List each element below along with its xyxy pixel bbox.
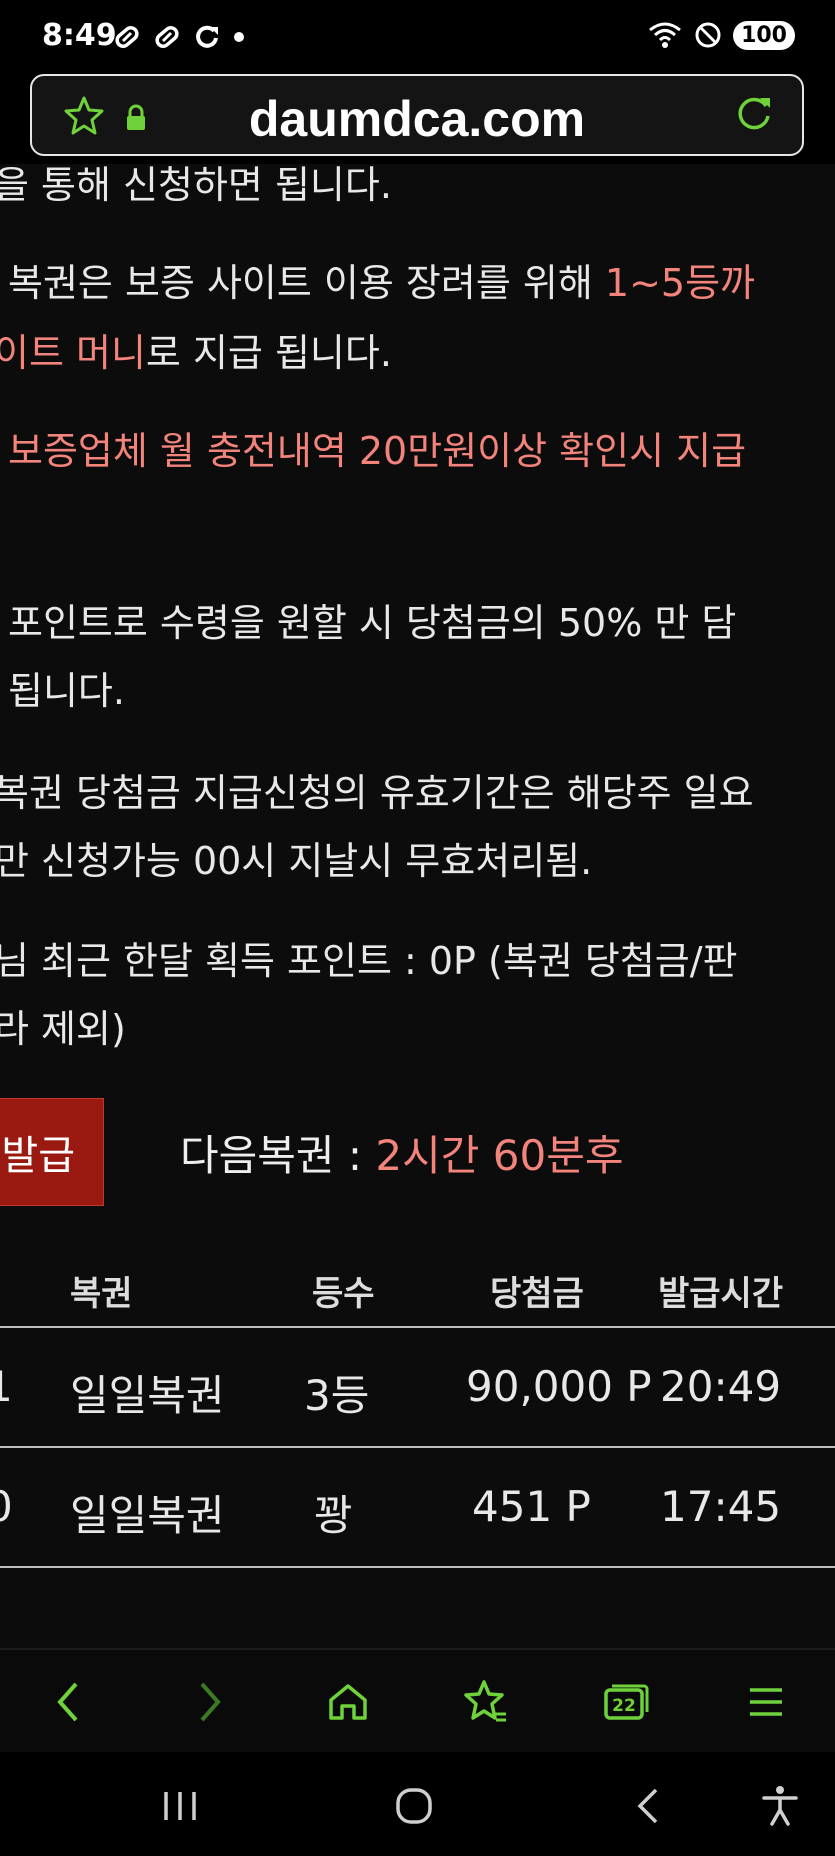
header-rank: 등수: [312, 1274, 375, 1314]
forward-button[interactable]: [184, 1676, 236, 1728]
chevron-left-icon: [57, 1682, 78, 1722]
info-line-4: 보증업체 월 충전내역 20만원이상 확인시 지급: [8, 429, 747, 473]
hamburger-menu-icon: [750, 1688, 782, 1716]
row-time: 17:45: [660, 1482, 782, 1531]
home-nav-button[interactable]: [392, 1784, 436, 1828]
home-button[interactable]: [322, 1676, 374, 1728]
page-content: 을 통해 신청하면 됩니다. 복권은 보증 사이트 이용 장려를 위해 1~5등…: [0, 164, 835, 1648]
sync-icon: [196, 25, 218, 48]
row-prize: 90,000 P: [466, 1362, 652, 1411]
back-button[interactable]: [42, 1676, 94, 1728]
recent-apps-button[interactable]: [158, 1784, 202, 1828]
row-time: 20:49: [660, 1362, 782, 1411]
back-arrow-icon: [637, 1788, 658, 1824]
info-line-9: 님 최근 한달 획득 포인트 : 0P (복권 당첨금/판: [0, 939, 738, 983]
system-icons: 100: [647, 20, 795, 50]
bookmarks-star-icon: [464, 1680, 506, 1722]
pill-icon: [115, 26, 139, 48]
header-prize: 당첨금: [490, 1274, 584, 1314]
info-line-10: 라 제외): [0, 1007, 126, 1051]
table-row: 1 일일복권 3등 90,000 P 20:49: [0, 1328, 835, 1448]
battery-icon: 100: [733, 20, 795, 50]
info-line-3: 이트 머니로 지급 됩니다.: [0, 331, 392, 375]
row-name: 일일복권: [70, 1491, 225, 1540]
info-line-8: 만 신청가능 00시 지날시 무효처리됨.: [0, 839, 593, 883]
next-lottery-countdown: 2시간 60분후: [375, 1131, 624, 1180]
chevron-right-icon: [200, 1682, 221, 1722]
reload-icon[interactable]: [732, 92, 776, 136]
row-name: 일일복권: [70, 1371, 225, 1420]
header-issue-time: 발급시간: [658, 1274, 784, 1314]
header-lottery: 복권: [70, 1274, 133, 1314]
accessibility-icon: [762, 1786, 798, 1826]
row-id: 1: [0, 1362, 13, 1411]
row-id: 0: [0, 1482, 13, 1531]
do-not-disturb-icon: [695, 22, 721, 48]
issue-button[interactable]: 발급: [0, 1098, 104, 1206]
tabs-count: 22: [612, 1696, 636, 1716]
pill-icon: [155, 26, 179, 48]
info-line-7: 복권 당첨금 지급신청의 유효기간은 해당주 일요: [0, 771, 754, 815]
menu-button[interactable]: [740, 1676, 792, 1728]
row-prize: 451 P: [472, 1482, 591, 1531]
browser-toolbar: 22: [0, 1648, 835, 1752]
accessibility-button[interactable]: [758, 1784, 802, 1828]
home-icon: [329, 1684, 367, 1720]
back-nav-button[interactable]: [626, 1784, 670, 1828]
home-circle-icon: [396, 1788, 432, 1824]
browser-address-area: daumdca.com: [0, 72, 835, 164]
info-line-2: 복권은 보증 사이트 이용 장려를 위해 1~5등까: [8, 261, 756, 305]
url-text[interactable]: daumdca.com: [32, 90, 802, 148]
notification-icons: [112, 22, 246, 52]
status-bar: 8:49 100: [0, 0, 835, 72]
system-navigation-bar: [0, 1752, 835, 1856]
table-header: 복권 등수 당첨금 발급시간: [0, 1258, 835, 1328]
info-line-1: 을 통해 신청하면 됩니다.: [0, 164, 392, 207]
address-bar[interactable]: daumdca.com: [30, 74, 804, 156]
info-line-6: 됩니다.: [8, 669, 125, 713]
info-line-5: 포인트로 수령을 원할 시 당첨금의 50% 만 담: [8, 601, 737, 645]
row-rank: 3등: [304, 1371, 370, 1420]
dot-icon: [234, 32, 244, 42]
bookmarks-button[interactable]: [460, 1676, 512, 1728]
status-time: 8:49: [42, 18, 117, 53]
wifi-icon: [649, 22, 681, 48]
tabs-icon: 22: [604, 1684, 649, 1720]
row-rank: 꽝: [314, 1491, 353, 1540]
next-lottery-text: 다음복권 : 2시간 60분후: [180, 1131, 624, 1180]
table-row: 0 일일복권 꽝 451 P 17:45: [0, 1448, 835, 1568]
recent-apps-icon: [164, 1792, 196, 1820]
tabs-button[interactable]: 22: [600, 1676, 652, 1728]
